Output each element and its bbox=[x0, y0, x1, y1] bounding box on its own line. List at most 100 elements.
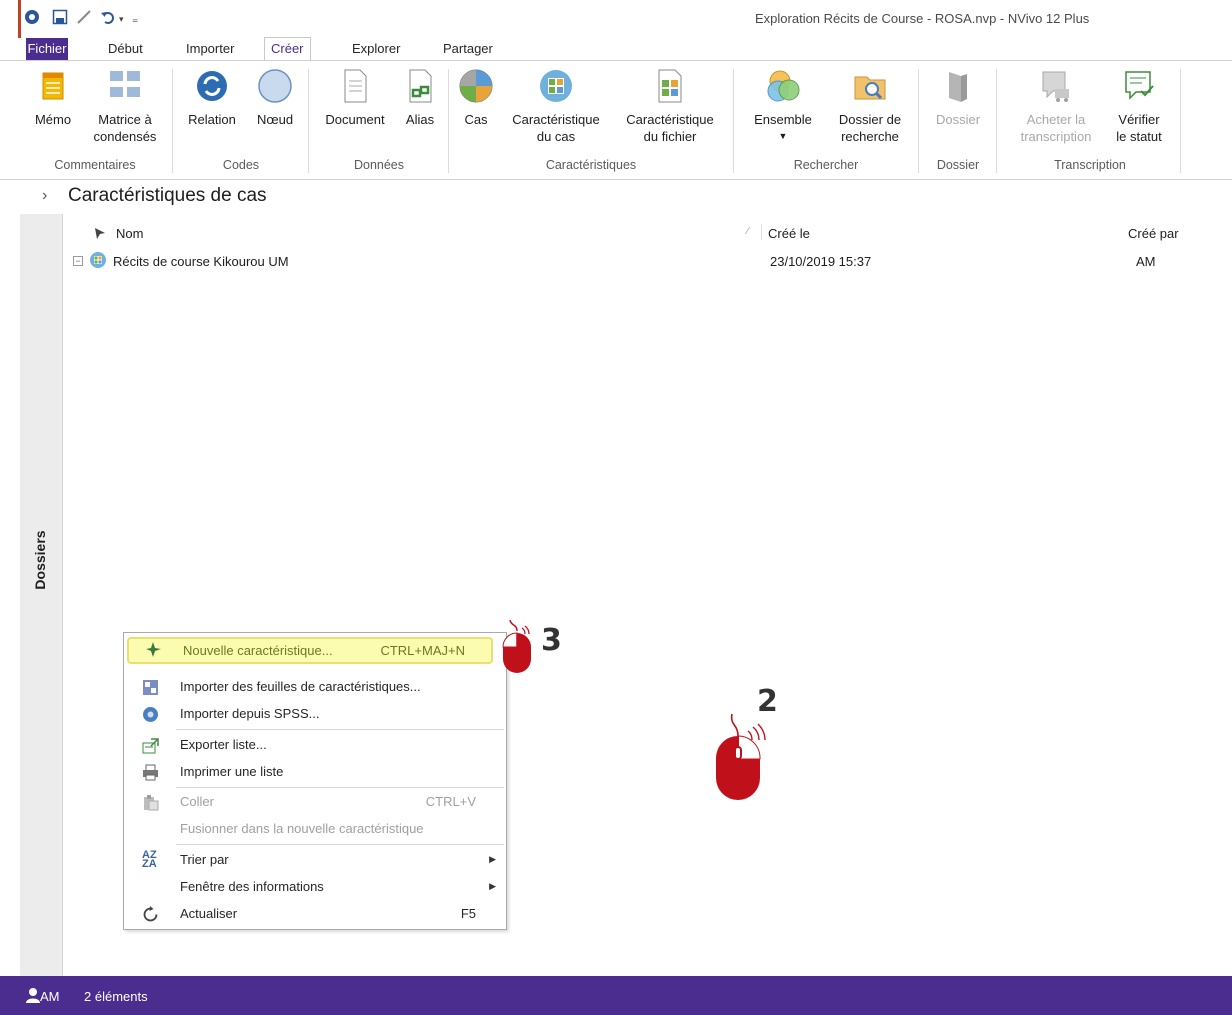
menu-item-label: Fenêtre des informations bbox=[180, 879, 324, 894]
ribbon-separator bbox=[308, 69, 309, 173]
customize-toolbar-icon[interactable]: ₌ bbox=[132, 9, 138, 29]
search-folder-button[interactable]: Dossier de recherche bbox=[830, 65, 910, 145]
undo-icon[interactable] bbox=[100, 9, 116, 31]
menu-item-import-sheets[interactable]: Importer des feuilles de caractéristique… bbox=[124, 673, 506, 700]
framework-matrix-icon bbox=[108, 69, 142, 103]
menu-item-new-classification[interactable]: Nouvelle caractéristique... CTRL+MAJ+N bbox=[127, 637, 493, 664]
sort-indicator-icon: ⁄ bbox=[747, 226, 749, 237]
status-item-count: 2 éléments bbox=[84, 989, 148, 1004]
menu-item-merge[interactable]: Fusionner dans la nouvelle caractéristiq… bbox=[124, 815, 506, 842]
node-button[interactable]: Nœud bbox=[250, 65, 300, 128]
set-button[interactable]: Ensemble ▼ bbox=[746, 65, 820, 145]
document-icon bbox=[338, 69, 372, 103]
set-icon bbox=[766, 69, 800, 103]
document-button[interactable]: Document bbox=[318, 65, 392, 128]
group-label-transcription: Transcription bbox=[1054, 158, 1126, 172]
set-label: Ensemble bbox=[754, 112, 812, 127]
menu-item-label: Trier par bbox=[180, 852, 229, 867]
menu-item-sort-by[interactable]: AZ ZA Trier par ▶ bbox=[124, 846, 506, 873]
paste-icon bbox=[142, 793, 159, 811]
menu-item-import-spss[interactable]: Importer depuis SPSS... bbox=[124, 700, 506, 727]
node-icon bbox=[258, 69, 292, 103]
framework-matrix-button[interactable]: Matrice à condensés bbox=[88, 65, 162, 145]
menu-item-shortcut: F5 bbox=[460, 906, 476, 921]
case-classification-label-1: Caractéristique bbox=[512, 112, 600, 127]
row-created-by: AM bbox=[1136, 254, 1156, 269]
menu-item-label: Importer depuis SPSS... bbox=[180, 706, 320, 721]
panel-title: Caractéristiques de cas bbox=[68, 185, 267, 206]
ribbon-separator bbox=[733, 69, 734, 173]
search-folder-label-2: recherche bbox=[841, 129, 899, 144]
panel-header: › Caractéristiques de cas bbox=[20, 180, 1232, 214]
new-classification-icon bbox=[145, 641, 162, 658]
buy-transcription-button[interactable]: Acheter la transcription bbox=[1008, 65, 1104, 145]
framework-matrix-label-2: condensés bbox=[93, 129, 157, 144]
ribbon-separator bbox=[1180, 69, 1181, 173]
pin-column-icon[interactable] bbox=[93, 226, 107, 243]
column-separator[interactable] bbox=[761, 224, 762, 240]
collapse-toggle-icon[interactable]: − bbox=[73, 256, 83, 266]
mouse-right-click-icon bbox=[712, 710, 774, 802]
save-icon[interactable] bbox=[52, 9, 68, 31]
column-header-created-by[interactable]: Créé par bbox=[1128, 226, 1179, 241]
sidebar-folders-tab[interactable]: Dossiers bbox=[20, 514, 62, 614]
group-label-classifications: Caractéristiques bbox=[545, 158, 637, 172]
memo-button[interactable]: Mémo bbox=[30, 65, 76, 128]
check-status-label-1: Vérifier bbox=[1118, 112, 1160, 127]
row-name: Récits de course Kikourou UM bbox=[113, 254, 289, 269]
edit-icon[interactable] bbox=[76, 9, 92, 31]
case-classification-label-2: du cas bbox=[536, 129, 576, 144]
menu-separator bbox=[176, 729, 504, 730]
tab-debut[interactable]: Début bbox=[102, 38, 149, 60]
navigation-sidebar[interactable]: Dossiers bbox=[20, 214, 63, 976]
check-status-button[interactable]: Vérifier le statut bbox=[1106, 65, 1172, 145]
case-icon bbox=[459, 69, 493, 103]
file-classification-label-2: du fichier bbox=[643, 129, 697, 144]
file-classification-icon bbox=[653, 69, 687, 103]
menu-item-label: Nouvelle caractéristique... bbox=[183, 643, 333, 658]
buy-transcription-icon bbox=[1039, 69, 1073, 103]
column-header-name[interactable]: Nom bbox=[116, 226, 143, 241]
folder-button[interactable]: Dossier bbox=[928, 65, 988, 128]
menu-item-info-window[interactable]: Fenêtre des informations ▶ bbox=[124, 873, 506, 900]
import-sheets-icon bbox=[142, 678, 159, 695]
refresh-icon bbox=[142, 905, 159, 922]
folder-icon bbox=[941, 69, 975, 103]
mouse-left-click-icon bbox=[498, 618, 538, 676]
submenu-arrow-icon: ▶ bbox=[489, 854, 496, 864]
ribbon: Mémo Matrice à condensés Commentaires Re… bbox=[0, 60, 1232, 180]
memo-icon bbox=[36, 69, 70, 103]
tab-fichier[interactable]: Fichier bbox=[26, 38, 68, 60]
sort-icon: AZ ZA bbox=[142, 849, 157, 870]
menu-item-label: Importer des feuilles de caractéristique… bbox=[180, 679, 421, 694]
menu-item-print-list[interactable]: Imprimer une liste bbox=[124, 758, 506, 785]
case-classification-button[interactable]: Caractéristique du cas bbox=[504, 65, 608, 145]
relationship-icon bbox=[195, 69, 229, 103]
tab-explorer[interactable]: Explorer bbox=[346, 38, 406, 60]
title-bar: ▾ ₌ Exploration Récits de Course - ROSA.… bbox=[0, 0, 1232, 38]
alias-button[interactable]: Alias bbox=[398, 65, 442, 128]
set-dropdown-icon[interactable]: ▼ bbox=[746, 128, 820, 145]
memo-label: Mémo bbox=[34, 112, 72, 127]
relationship-button[interactable]: Relation bbox=[182, 65, 242, 128]
undo-dropdown-icon[interactable]: ▾ bbox=[119, 9, 124, 29]
case-classification-icon bbox=[539, 69, 573, 103]
menu-item-refresh[interactable]: Actualiser F5 bbox=[124, 900, 506, 927]
menu-item-label: Fusionner dans la nouvelle caractéristiq… bbox=[180, 821, 424, 836]
context-menu: Nouvelle caractéristique... CTRL+MAJ+N I… bbox=[123, 632, 507, 930]
column-header-created-on[interactable]: Créé le bbox=[768, 226, 810, 241]
menu-item-export-list[interactable]: Exporter liste... bbox=[124, 731, 506, 758]
menu-item-shortcut: CTRL+V bbox=[425, 794, 476, 809]
tab-importer[interactable]: Importer bbox=[180, 38, 240, 60]
menu-item-paste[interactable]: Coller CTRL+V bbox=[124, 788, 506, 815]
ribbon-separator bbox=[172, 69, 173, 173]
node-label: Nœud bbox=[256, 112, 294, 127]
case-classification-row-icon bbox=[89, 251, 107, 272]
expand-navigation-icon[interactable]: › bbox=[42, 187, 47, 205]
file-classification-button[interactable]: Caractéristique du fichier bbox=[618, 65, 722, 145]
ribbon-separator bbox=[918, 69, 919, 173]
tab-partager[interactable]: Partager bbox=[437, 38, 499, 60]
tab-creer[interactable]: Créer bbox=[264, 37, 311, 61]
buy-transcription-label-1: Acheter la bbox=[1026, 112, 1086, 127]
case-button[interactable]: Cas bbox=[456, 65, 496, 128]
